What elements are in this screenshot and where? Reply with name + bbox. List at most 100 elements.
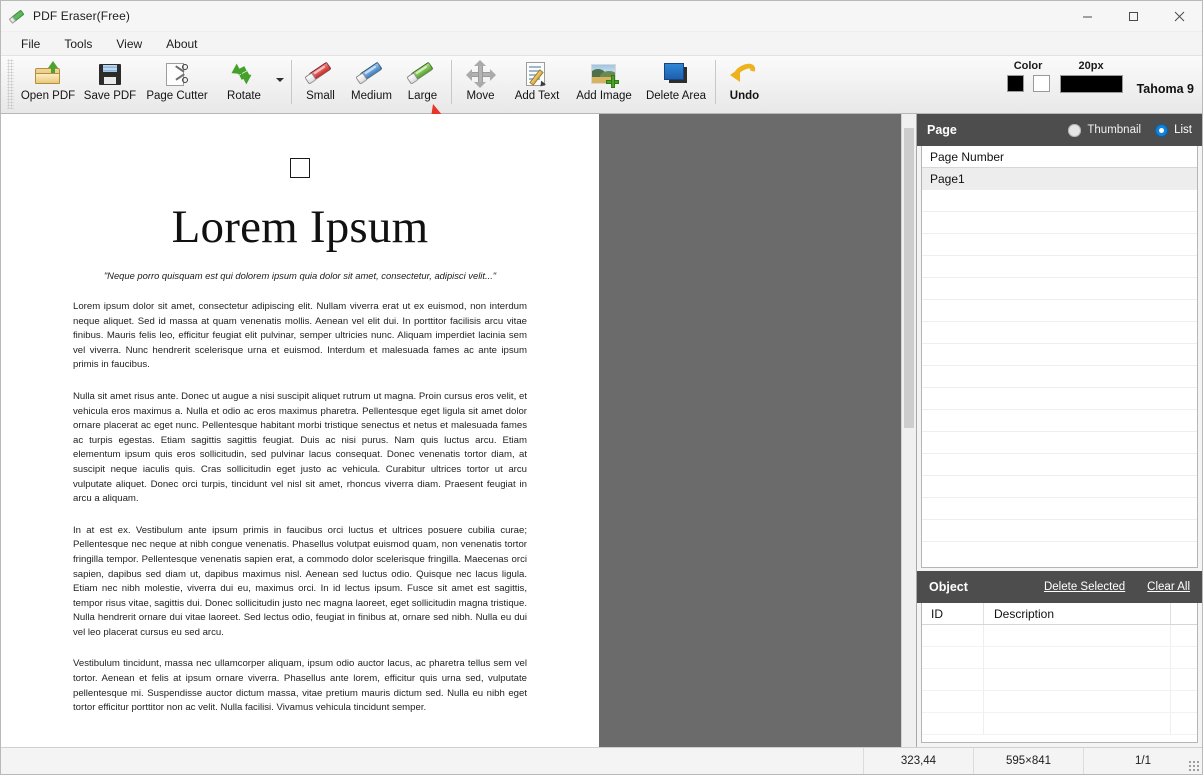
maximize-icon[interactable] (1110, 1, 1156, 32)
pdf-page-sheet[interactable]: Lorem Ipsum "Neque porro quisquam est qu… (1, 114, 599, 747)
brush-size-preview[interactable] (1059, 75, 1123, 93)
page-list-row-empty[interactable] (922, 278, 1197, 300)
document-paragraph: In at est ex. Vestibulum ante ipsum prim… (73, 524, 527, 638)
toolbar-separator (291, 60, 292, 104)
view-mode-thumbnail[interactable]: Thumbnail (1068, 123, 1142, 137)
page-list-row-empty[interactable] (922, 322, 1197, 344)
menu-bar: File Tools View About (1, 32, 1202, 56)
window-title: PDF Eraser(Free) (33, 9, 130, 23)
object-list-column-headers: ID Description (922, 603, 1197, 625)
menu-item-file[interactable]: File (10, 34, 51, 54)
toolbar-separator (715, 60, 716, 104)
object-list-row-empty[interactable] (922, 669, 1197, 691)
right-panel: Page Thumbnail List Page Number Page1 Ob… (917, 114, 1202, 747)
eraser-small-button[interactable]: Small (295, 56, 346, 110)
eraser-medium-label: Medium (351, 90, 392, 102)
eraser-large-button[interactable]: Large (397, 56, 448, 110)
eraser-medium-button[interactable]: Medium (346, 56, 397, 110)
menu-item-tools[interactable]: Tools (53, 34, 103, 54)
undo-label: Undo (729, 90, 760, 102)
scissors-page-icon (162, 60, 192, 88)
delete-selected-link[interactable]: Delete Selected (1044, 581, 1125, 593)
rotate-button[interactable]: Rotate (213, 56, 275, 110)
add-text-button[interactable]: Add Text (506, 56, 568, 110)
delete-area-button[interactable]: Delete Area (640, 56, 712, 110)
page-square-mark (290, 158, 310, 178)
color-group: Color (1006, 60, 1050, 92)
add-image-button[interactable]: Add Image (568, 56, 640, 110)
page-list-row-empty[interactable] (922, 344, 1197, 366)
font-setting-label[interactable]: Tahoma 9 (1137, 82, 1194, 96)
thumbnail-label: Thumbnail (1087, 124, 1142, 136)
page-list-row-empty[interactable] (922, 256, 1197, 278)
list-radio-icon[interactable] (1155, 123, 1169, 137)
status-page-counter: 1/1 (1135, 755, 1151, 767)
page-cutter-button[interactable]: Page Cutter (141, 56, 213, 110)
toolbar-drag-grip[interactable] (7, 59, 14, 109)
object-list-row-empty[interactable] (922, 691, 1197, 713)
object-column-id: ID (922, 603, 984, 624)
toolbar-settings-group: Color 20px Tahoma 9 (997, 60, 1194, 96)
page-list-row-empty[interactable] (922, 212, 1197, 234)
page-list-row-empty[interactable] (922, 234, 1197, 256)
document-quote: "Neque porro quisquam est qui dolorem ip… (103, 270, 497, 281)
rotate-label: Rotate (227, 90, 261, 102)
page-list-row-empty[interactable] (922, 432, 1197, 454)
page-list-row-empty[interactable] (922, 190, 1197, 212)
object-list-row-empty[interactable] (922, 625, 1197, 647)
page-list-row-empty[interactable] (922, 300, 1197, 322)
canvas-scrollbar-thumb[interactable] (904, 128, 914, 428)
move-button[interactable]: Move (455, 56, 506, 110)
page-list[interactable]: Page Number Page1 (921, 146, 1198, 568)
canvas-vertical-scrollbar[interactable] (901, 114, 916, 747)
menu-item-about[interactable]: About (155, 34, 208, 54)
object-panel-title: Object (929, 580, 968, 594)
minimize-icon[interactable] (1064, 1, 1110, 32)
page-list-row-empty[interactable] (922, 498, 1197, 520)
status-bar: 323,44 595×841 1/1 (1, 747, 1202, 774)
page-list-row-empty[interactable] (922, 454, 1197, 476)
object-list-row-empty[interactable] (922, 647, 1197, 669)
status-cursor-position: 323,44 (864, 748, 974, 774)
clear-all-link[interactable]: Clear All (1147, 581, 1190, 593)
secondary-color-swatch[interactable] (1032, 75, 1050, 92)
page-panel-header: Page Thumbnail List (917, 114, 1202, 146)
page-list-row-empty[interactable] (922, 388, 1197, 410)
color-label: Color (1013, 60, 1043, 72)
title-bar: PDF Eraser(Free) (1, 1, 1202, 32)
object-panel-header: Object Delete Selected Clear All (917, 571, 1202, 603)
object-list[interactable]: ID Description (921, 603, 1198, 743)
text-pencil-icon (522, 60, 552, 89)
close-icon[interactable] (1156, 1, 1202, 32)
page-list-row-empty[interactable] (922, 476, 1197, 498)
object-panel-actions: Delete Selected Clear All (1044, 581, 1190, 593)
page-cutter-label: Page Cutter (146, 90, 208, 102)
add-text-label: Add Text (514, 90, 560, 102)
page-list-row-empty[interactable] (922, 520, 1197, 542)
page-list-row[interactable]: Page1 (922, 168, 1197, 190)
rotate-dropdown-chevron-down-icon[interactable] (276, 78, 284, 82)
page-list-column-header: Page Number (922, 146, 1197, 168)
brush-size-label: 20px (1078, 60, 1104, 72)
undo-button[interactable]: Undo (719, 56, 770, 110)
pdf-canvas[interactable]: Lorem Ipsum "Neque porro quisquam est qu… (1, 114, 917, 747)
page-view-mode-group: Thumbnail List (1068, 123, 1192, 137)
page-list-row-empty[interactable] (922, 366, 1197, 388)
eraser-large-label: Large (407, 90, 438, 102)
open-pdf-button[interactable]: Open PDF (17, 56, 79, 110)
thumbnail-radio-icon[interactable] (1068, 123, 1082, 137)
view-mode-list[interactable]: List (1155, 123, 1192, 137)
move-label: Move (466, 90, 495, 102)
pdf-eraser-window: PDF Eraser(Free) File Tools View About O… (0, 0, 1203, 775)
page-panel-title: Page (927, 123, 957, 137)
save-pdf-button[interactable]: Save PDF (79, 56, 141, 110)
menu-item-view[interactable]: View (105, 34, 153, 54)
object-list-row-empty[interactable] (922, 713, 1197, 735)
primary-color-swatch[interactable] (1006, 75, 1024, 92)
add-image-label: Add Image (576, 90, 632, 102)
resize-grip-icon[interactable] (1188, 760, 1199, 771)
save-pdf-label: Save PDF (83, 90, 137, 102)
page-list-row-empty[interactable] (922, 410, 1197, 432)
eraser-blue-icon (354, 60, 387, 88)
document-paragraph: Vestibulum tincidunt, massa nec ullamcor… (73, 658, 527, 714)
